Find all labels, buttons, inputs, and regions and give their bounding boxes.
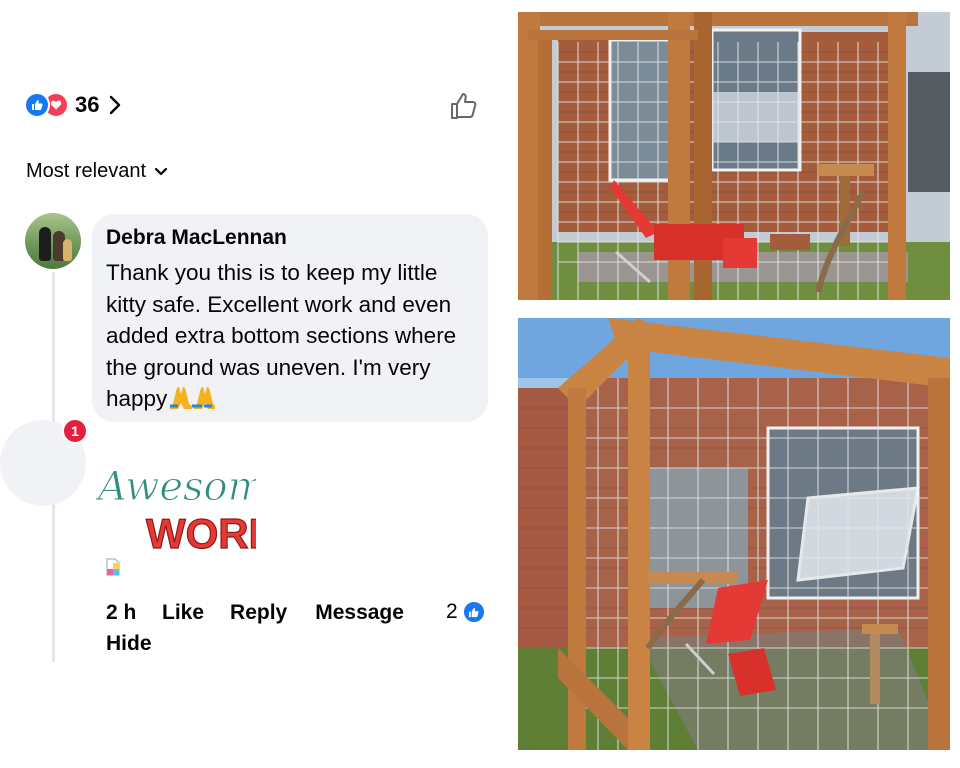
- like-reaction-icon: [461, 600, 486, 624]
- comment-bubble: Debra MacLennan Thank you this is to kee…: [92, 214, 488, 422]
- avatar[interactable]: [25, 213, 81, 269]
- catio-photo-2[interactable]: [518, 318, 950, 750]
- awesome-work-sticker: Awesome WORK: [96, 464, 256, 558]
- media-file-icon: [106, 558, 120, 576]
- chevron-right-icon: [110, 95, 121, 115]
- reactions-summary[interactable]: 36: [24, 92, 121, 118]
- reply-button[interactable]: Reply: [230, 601, 287, 625]
- catio-photo-1[interactable]: [518, 12, 950, 300]
- sticker-awesome-text: Awesome: [96, 464, 256, 510]
- comment-text: Thank you this is to keep my little kitt…: [106, 260, 457, 411]
- chevron-down-icon: [154, 167, 168, 175]
- comment-actions: 2 h Like Reply Message Hide: [106, 598, 404, 659]
- folded-hands-emoji: [167, 386, 217, 419]
- like-reaction-icon: [24, 92, 50, 118]
- thumbs-up-outline-icon[interactable]: [448, 90, 480, 122]
- hide-button[interactable]: Hide: [106, 629, 404, 659]
- sticker-work-text: WORK: [146, 510, 256, 557]
- like-button[interactable]: Like: [162, 601, 204, 625]
- reaction-count: 36: [75, 92, 100, 117]
- timestamp[interactable]: 2 h: [106, 601, 162, 625]
- message-button[interactable]: Message: [315, 601, 404, 625]
- comment-author[interactable]: Debra MacLennan: [106, 226, 474, 250]
- comment-text-block: Thank you this is to keep my little kitt…: [106, 257, 474, 419]
- comment-sort-dropdown[interactable]: Most relevant: [26, 160, 168, 183]
- sort-label: Most relevant: [26, 160, 147, 182]
- like-count-value: 2: [446, 600, 458, 623]
- notification-badge: 1: [62, 418, 88, 444]
- comment-like-count[interactable]: 2: [446, 600, 486, 624]
